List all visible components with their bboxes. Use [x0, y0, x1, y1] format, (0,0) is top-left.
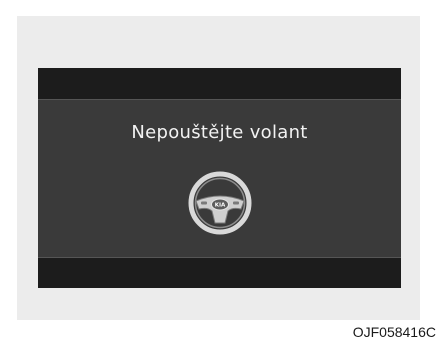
- warning-message: Nepouštějte volant: [131, 122, 308, 143]
- figure-code: OJF058416C: [352, 324, 436, 340]
- top-divider: [38, 99, 401, 100]
- display-bottom-bar: [38, 258, 401, 288]
- cluster-display: Nepouštějte volant KIA: [38, 68, 401, 288]
- svg-text:KIA: KIA: [215, 203, 226, 209]
- steering-wheel-icon: KIA: [188, 171, 252, 235]
- display-top-bar: [38, 68, 401, 99]
